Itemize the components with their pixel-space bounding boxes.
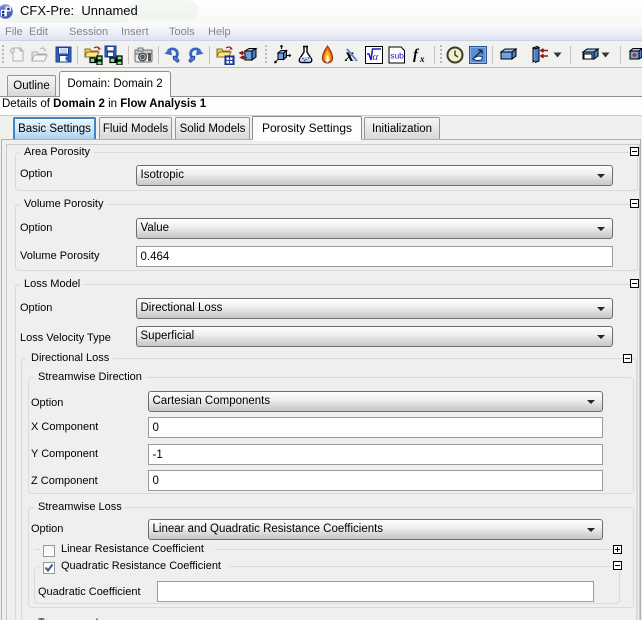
svg-text:sub: sub: [390, 51, 404, 61]
svg-text:x: x: [419, 54, 425, 64]
svg-text:f: f: [413, 47, 420, 63]
svg-text:α: α: [373, 51, 379, 63]
